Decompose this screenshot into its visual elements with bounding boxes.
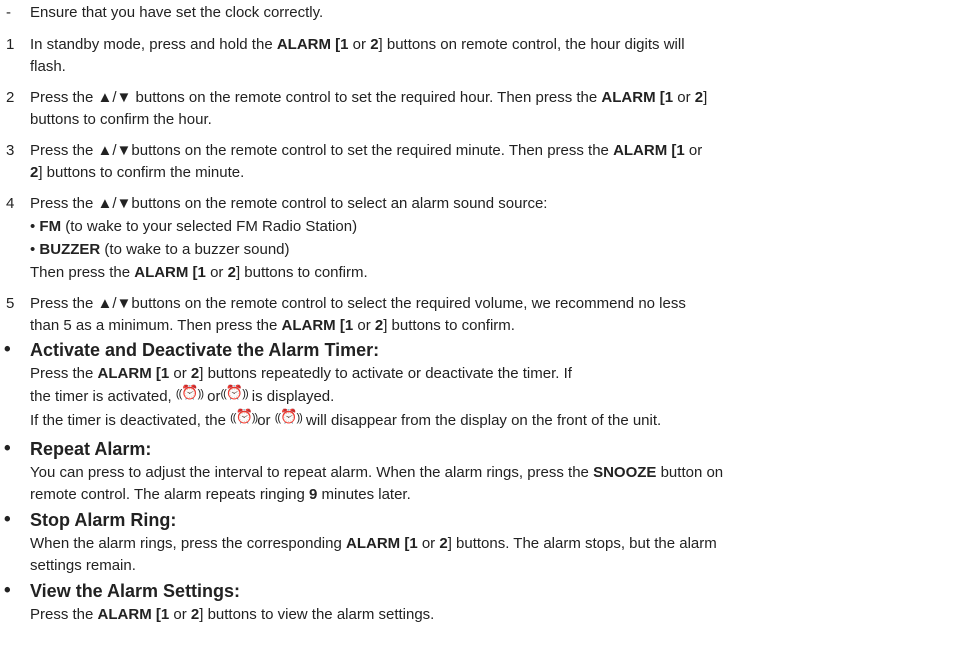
step-1-text: In standby mode, press and hold the ALAR… xyxy=(30,34,940,56)
stop-l1a: When the alarm rings, press the correspo… xyxy=(30,535,346,552)
step-5-text-f: ] buttons to confirm. xyxy=(383,317,515,334)
buzzer-bullet: • xyxy=(30,241,40,258)
step-4-fm-text: • FM (to wake to your selected FM Radio … xyxy=(30,216,940,238)
stop-or: or xyxy=(417,535,440,552)
step-4-then-e: ] buttons to confirm. xyxy=(235,264,368,281)
fm-bullet: • xyxy=(30,218,40,235)
stop-alarm-2: 2 xyxy=(439,535,448,552)
step-2-text-f: buttons to confirm the hour. xyxy=(30,111,212,128)
snooze-label: SNOOZE xyxy=(593,464,657,481)
step-1-text-f: flash. xyxy=(30,58,66,75)
step-4-alarm-2: 2 xyxy=(227,264,236,281)
buzzer-label: BUZZER xyxy=(39,241,101,258)
step-2-text-e: ] xyxy=(703,89,708,106)
step-3-text-a: Press the ▲/▼buttons on the remote contr… xyxy=(30,142,614,159)
activate-l1a: Press the xyxy=(30,365,98,382)
step-5-alarm-2: 2 xyxy=(374,317,384,334)
alarm-2-clock-glyph: ⏰ xyxy=(225,384,243,400)
step-3-or: or xyxy=(684,142,703,159)
activate-or: or xyxy=(169,365,191,382)
buzzer-desc: (to wake to a buzzer sound) xyxy=(100,241,290,258)
repeat-l2a: remote control. The alarm repeats ringin… xyxy=(30,486,310,503)
activate-l3b: or xyxy=(257,412,275,429)
activate-alarm-label: ALARM [1 xyxy=(97,365,170,382)
view-alarm-2: 2 xyxy=(190,606,200,623)
repeat-bullet: • xyxy=(4,438,11,459)
step-1-alarm-label: ALARM [1 xyxy=(276,36,349,53)
alarm-2-clock-glyph: ⏰ xyxy=(280,408,297,424)
step-2-alarm-label: ALARM [1 xyxy=(601,89,674,106)
step-2-alarm-2: 2 xyxy=(694,89,704,106)
repeat-l1c: button on xyxy=(656,464,724,481)
alarm-1-icon: ((⏰)) xyxy=(230,408,258,425)
repeat-text-1: You can press to adjust the interval to … xyxy=(30,462,940,484)
fm-label: FM xyxy=(39,218,62,235)
stop-alarm-label: ALARM [1 xyxy=(346,535,418,552)
step-4-alarm-label: ALARM [1 xyxy=(134,264,206,281)
activate-text-1: Press the ALARM [1 or 2] buttons repeate… xyxy=(30,363,940,385)
step-5-text-b: than 5 as a minimum. Then press the xyxy=(30,317,282,334)
activate-text-2: the timer is activated, ((⏰)) or((⏰)) is… xyxy=(30,385,940,408)
step-5-text-a: Press the ▲/▼buttons on the remote contr… xyxy=(30,295,686,312)
step-4-or: or xyxy=(205,264,228,281)
view-alarm-label: ALARM [1 xyxy=(97,606,170,623)
view-text-1: Press the ALARM [1 or 2] buttons to view… xyxy=(30,604,940,626)
step-2-text: Press the ▲/▼ buttons on the remote cont… xyxy=(30,87,940,109)
view-or: or xyxy=(169,606,191,623)
alarm-1-clock-glyph: ⏰ xyxy=(181,384,198,400)
repeat-text-2: remote control. The alarm repeats ringin… xyxy=(30,484,940,506)
step-1-text-a: In standby mode, press and hold the xyxy=(30,36,277,53)
view-heading: View the Alarm Settings: xyxy=(30,581,241,601)
repeat-l2c: minutes later. xyxy=(317,486,411,503)
stop-bullet: • xyxy=(4,509,11,530)
activate-heading: Activate and Deactivate the Alarm Timer: xyxy=(30,340,380,360)
step-3-text-e: ] buttons to confirm the minute. xyxy=(38,164,245,181)
stop-l2: settings remain. xyxy=(30,557,136,574)
alarm-2-icon: ((⏰)) xyxy=(221,384,249,401)
step-3-text-2: 2] buttons to confirm the minute. xyxy=(30,162,940,184)
repeat-l1a: You can press to adjust the interval to … xyxy=(30,464,594,481)
step-5-or: or xyxy=(353,317,375,334)
activate-bullet: • xyxy=(4,339,11,360)
stop-heading: Stop Alarm Ring: xyxy=(30,510,177,530)
step-4-buzzer-text: • BUZZER (to wake to a buzzer sound) xyxy=(30,239,940,261)
view-l1e: ] buttons to view the alarm settings. xyxy=(199,606,435,623)
step-4-then-text: Then press the ALARM [1 or 2] buttons to… xyxy=(30,262,940,284)
alarm-1-clock-glyph: ⏰ xyxy=(235,408,252,424)
prereq-text: Ensure that you have set the clock corre… xyxy=(30,4,324,21)
step-1-or: or xyxy=(348,36,371,53)
step-2-or: or xyxy=(673,89,695,106)
repeat-heading: Repeat Alarm: xyxy=(30,439,152,459)
step-2-text-a: Press the ▲/▼ buttons on the remote cont… xyxy=(30,89,602,106)
step-4-then-a: Then press the xyxy=(30,264,135,281)
step-1-alarm-2: 2 xyxy=(370,36,379,53)
stop-l1e: ] buttons. The alarm stops, but the alar… xyxy=(447,535,717,552)
step-3-alarm-label: ALARM [1 xyxy=(613,142,685,159)
activate-alarm-2: 2 xyxy=(190,365,200,382)
activate-l1e: ] buttons repeatedly to activate or deac… xyxy=(199,365,572,382)
alarm-1-icon: ((⏰)) xyxy=(176,384,204,401)
step-4-text-a: Press the ▲/▼buttons on the remote contr… xyxy=(30,195,548,212)
activate-l3c: will disappear from the display on the f… xyxy=(301,412,662,429)
view-bullet: • xyxy=(4,580,11,601)
activate-text-3: If the timer is deactivated, the ((⏰))or… xyxy=(30,409,940,432)
activate-l2b: or xyxy=(203,388,221,405)
step-1-text-e: ] buttons on remote control, the hour di… xyxy=(378,36,685,53)
alarm-2-icon: ((⏰)) xyxy=(275,408,303,425)
view-l1a: Press the xyxy=(30,606,98,623)
manual-page: - Ensure that you have set the clock cor… xyxy=(0,0,966,666)
activate-l3a: If the timer is deactivated, the xyxy=(30,412,231,429)
step-3-text: Press the ▲/▼buttons on the remote contr… xyxy=(30,140,940,162)
fm-desc: (to wake to your selected FM Radio Stati… xyxy=(61,218,358,235)
step-5-text-2: than 5 as a minimum. Then press the ALAR… xyxy=(30,315,940,337)
stop-text-1: When the alarm rings, press the correspo… xyxy=(30,533,940,555)
step-5-alarm-label: ALARM [1 xyxy=(281,317,354,334)
activate-l2c: is displayed. xyxy=(247,388,335,405)
activate-l2a: the timer is activated, xyxy=(30,388,176,405)
